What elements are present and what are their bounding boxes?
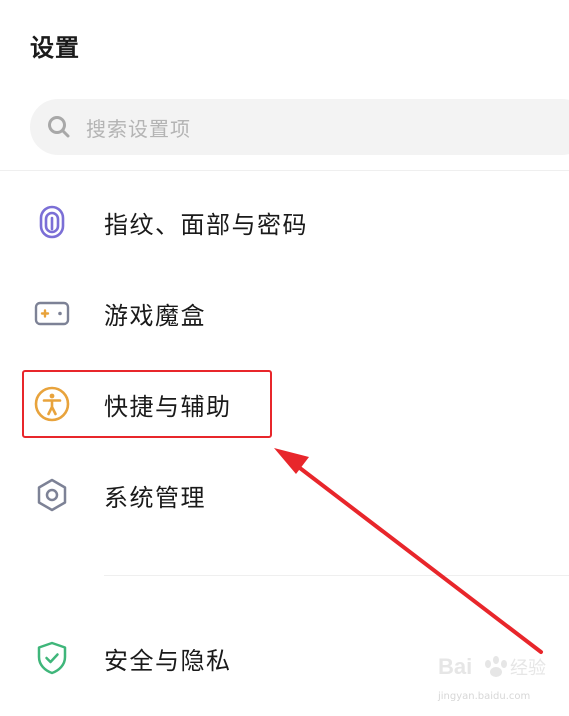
svg-text:经验: 经验 — [510, 658, 546, 679]
annotation-arrow — [274, 448, 543, 654]
watermark-url: jingyan.baidu.com — [438, 691, 531, 702]
svg-text:Bai: Bai — [438, 654, 472, 679]
